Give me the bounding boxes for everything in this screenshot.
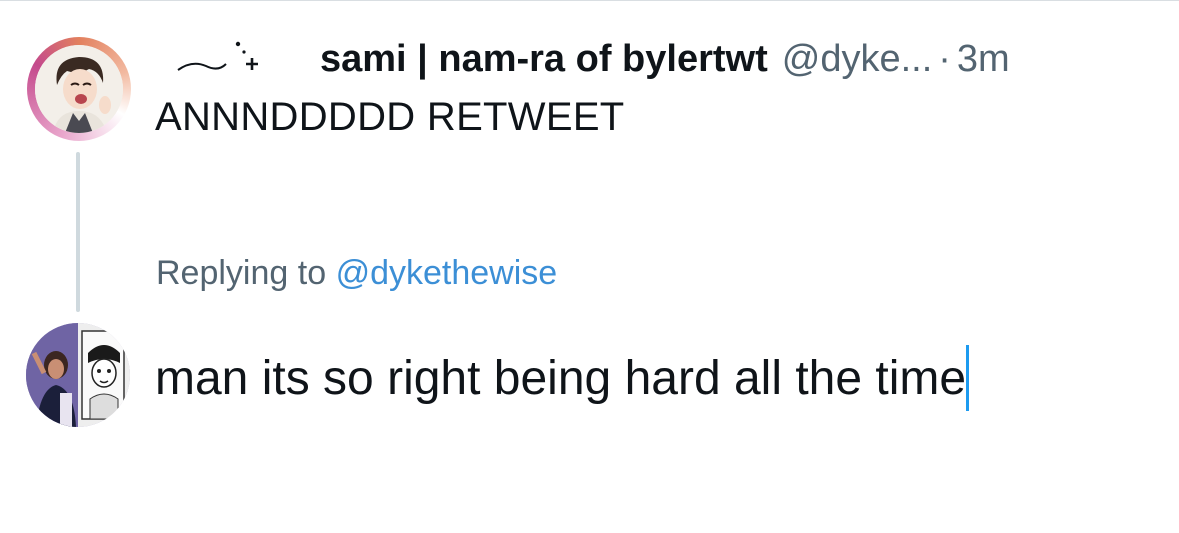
reply-draft-text[interactable]: man its so right being hard all the time [155, 351, 966, 406]
tweet-header: sami | nam-ra of bylertwt @dyke... · 3m [172, 34, 1010, 84]
reply-compose-screen: sami | nam-ra of bylertwt @dyke... · 3m … [0, 0, 1179, 533]
sparkle-swirl-icon [172, 34, 264, 84]
thread-connector-line [76, 152, 80, 312]
top-divider [0, 0, 1179, 1]
original-tweet-text: ANNNDDDDD RETWEET [155, 95, 625, 139]
author-handle[interactable]: @dyke... [782, 38, 933, 81]
tweet-timestamp[interactable]: 3m [957, 38, 1010, 81]
author-display-name[interactable]: sami | nam-ra of bylertwt [320, 38, 768, 81]
text-cursor [966, 345, 970, 411]
replying-to-handle-link[interactable]: @dykethewise [336, 254, 558, 292]
profile-avatar-illustration-icon [35, 45, 123, 133]
separator-dot: · [938, 37, 951, 80]
current-user-avatar[interactable] [26, 323, 130, 427]
profile-avatar-photo-collage-icon [26, 323, 130, 427]
reply-compose-field[interactable]: man its so right being hard all the time [155, 345, 970, 411]
original-author-avatar[interactable] [27, 37, 131, 141]
replying-to-line: Replying to @dykethewise [156, 254, 557, 293]
replying-to-label: Replying to [156, 254, 327, 292]
